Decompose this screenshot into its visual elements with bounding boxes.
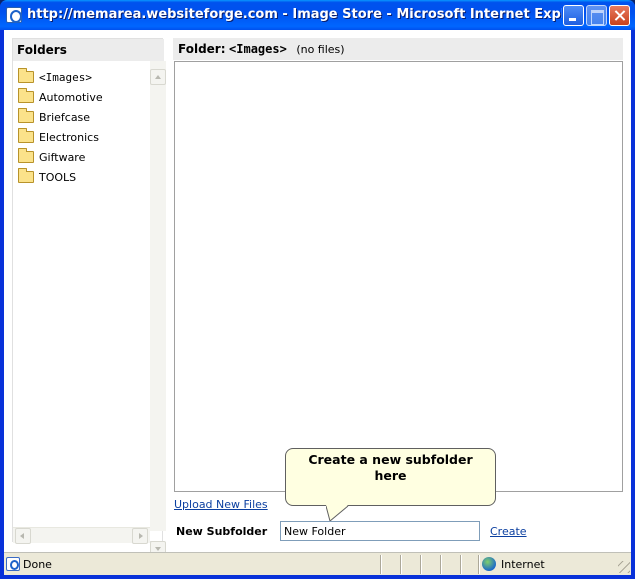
status-bar: Done Internet	[4, 552, 631, 575]
page-done-icon	[6, 557, 20, 571]
status-text: Done	[23, 558, 52, 571]
new-subfolder-input[interactable]	[280, 521, 480, 541]
folders-horizontal-scrollbar[interactable]	[13, 527, 150, 544]
minimize-button[interactable]	[563, 5, 584, 26]
status-separator	[478, 555, 480, 574]
folder-icon	[18, 108, 34, 123]
maximize-button[interactable]	[586, 5, 607, 26]
folders-pane: Folders <Images> Automotive Briefcase El…	[12, 38, 166, 557]
folder-header: Folder: <Images> (no files)	[173, 38, 623, 60]
create-subfolder-link[interactable]: Create	[490, 525, 527, 538]
folder-item-tools[interactable]: TOOLS	[17, 168, 145, 189]
folders-header: Folders	[13, 39, 164, 61]
folder-item-label: Briefcase	[39, 111, 91, 124]
folder-header-label: Folder:	[178, 42, 226, 56]
scroll-up-arrow-icon[interactable]	[150, 69, 166, 85]
callout-line-2: here	[374, 468, 407, 483]
current-folder-name: <Images>	[229, 42, 287, 56]
file-list-area[interactable]	[174, 61, 623, 492]
folder-item-label: Electronics	[39, 131, 99, 144]
folder-item-electronics[interactable]: Electronics	[17, 128, 145, 149]
callout-line-1: Create a new subfolder	[308, 452, 473, 467]
folder-item-briefcase[interactable]: Briefcase	[17, 108, 145, 129]
status-separator	[420, 555, 422, 574]
browser-window: http://memarea.websiteforge.com - Image …	[0, 0, 635, 579]
scroll-left-arrow-icon[interactable]	[15, 528, 31, 544]
folder-icon	[18, 168, 34, 183]
ie-page-icon	[6, 7, 22, 23]
folder-item-label: TOOLS	[39, 171, 77, 184]
status-separator	[380, 555, 382, 574]
status-separator	[460, 555, 462, 574]
upload-new-files-link[interactable]: Upload New Files	[174, 498, 268, 511]
new-subfolder-label: New Subfolder	[176, 525, 268, 538]
file-count: (no files)	[296, 43, 345, 56]
folder-item-label: Automotive	[39, 91, 103, 104]
folder-icon	[18, 128, 34, 143]
scroll-right-arrow-icon[interactable]	[132, 528, 148, 544]
page-content: Folders <Images> Automotive Briefcase El…	[4, 30, 631, 557]
folder-item-label: <Images>	[39, 71, 92, 84]
folder-item-automotive[interactable]: Automotive	[17, 88, 145, 109]
folder-list: <Images> Automotive Briefcase Electronic…	[17, 68, 145, 189]
title-bar[interactable]: http://memarea.websiteforge.com - Image …	[0, 0, 635, 30]
folder-item-images[interactable]: <Images>	[17, 68, 145, 89]
internet-globe-icon	[482, 557, 496, 571]
folder-icon	[18, 148, 34, 163]
folder-icon	[18, 68, 34, 83]
security-zone-text: Internet	[501, 558, 545, 571]
folders-vertical-scrollbar[interactable]	[150, 61, 166, 557]
window-title: http://memarea.websiteforge.com - Image …	[27, 7, 562, 22]
folder-item-giftware[interactable]: Giftware	[17, 148, 145, 169]
close-button[interactable]	[609, 5, 630, 26]
help-callout: Create a new subfolder here	[285, 448, 496, 506]
folder-item-label: Giftware	[39, 151, 86, 164]
status-separator	[400, 555, 402, 574]
callout-pointer-icon	[326, 505, 349, 521]
resize-grip-icon[interactable]	[618, 561, 630, 573]
status-separator	[440, 555, 442, 574]
folder-icon	[18, 88, 34, 103]
